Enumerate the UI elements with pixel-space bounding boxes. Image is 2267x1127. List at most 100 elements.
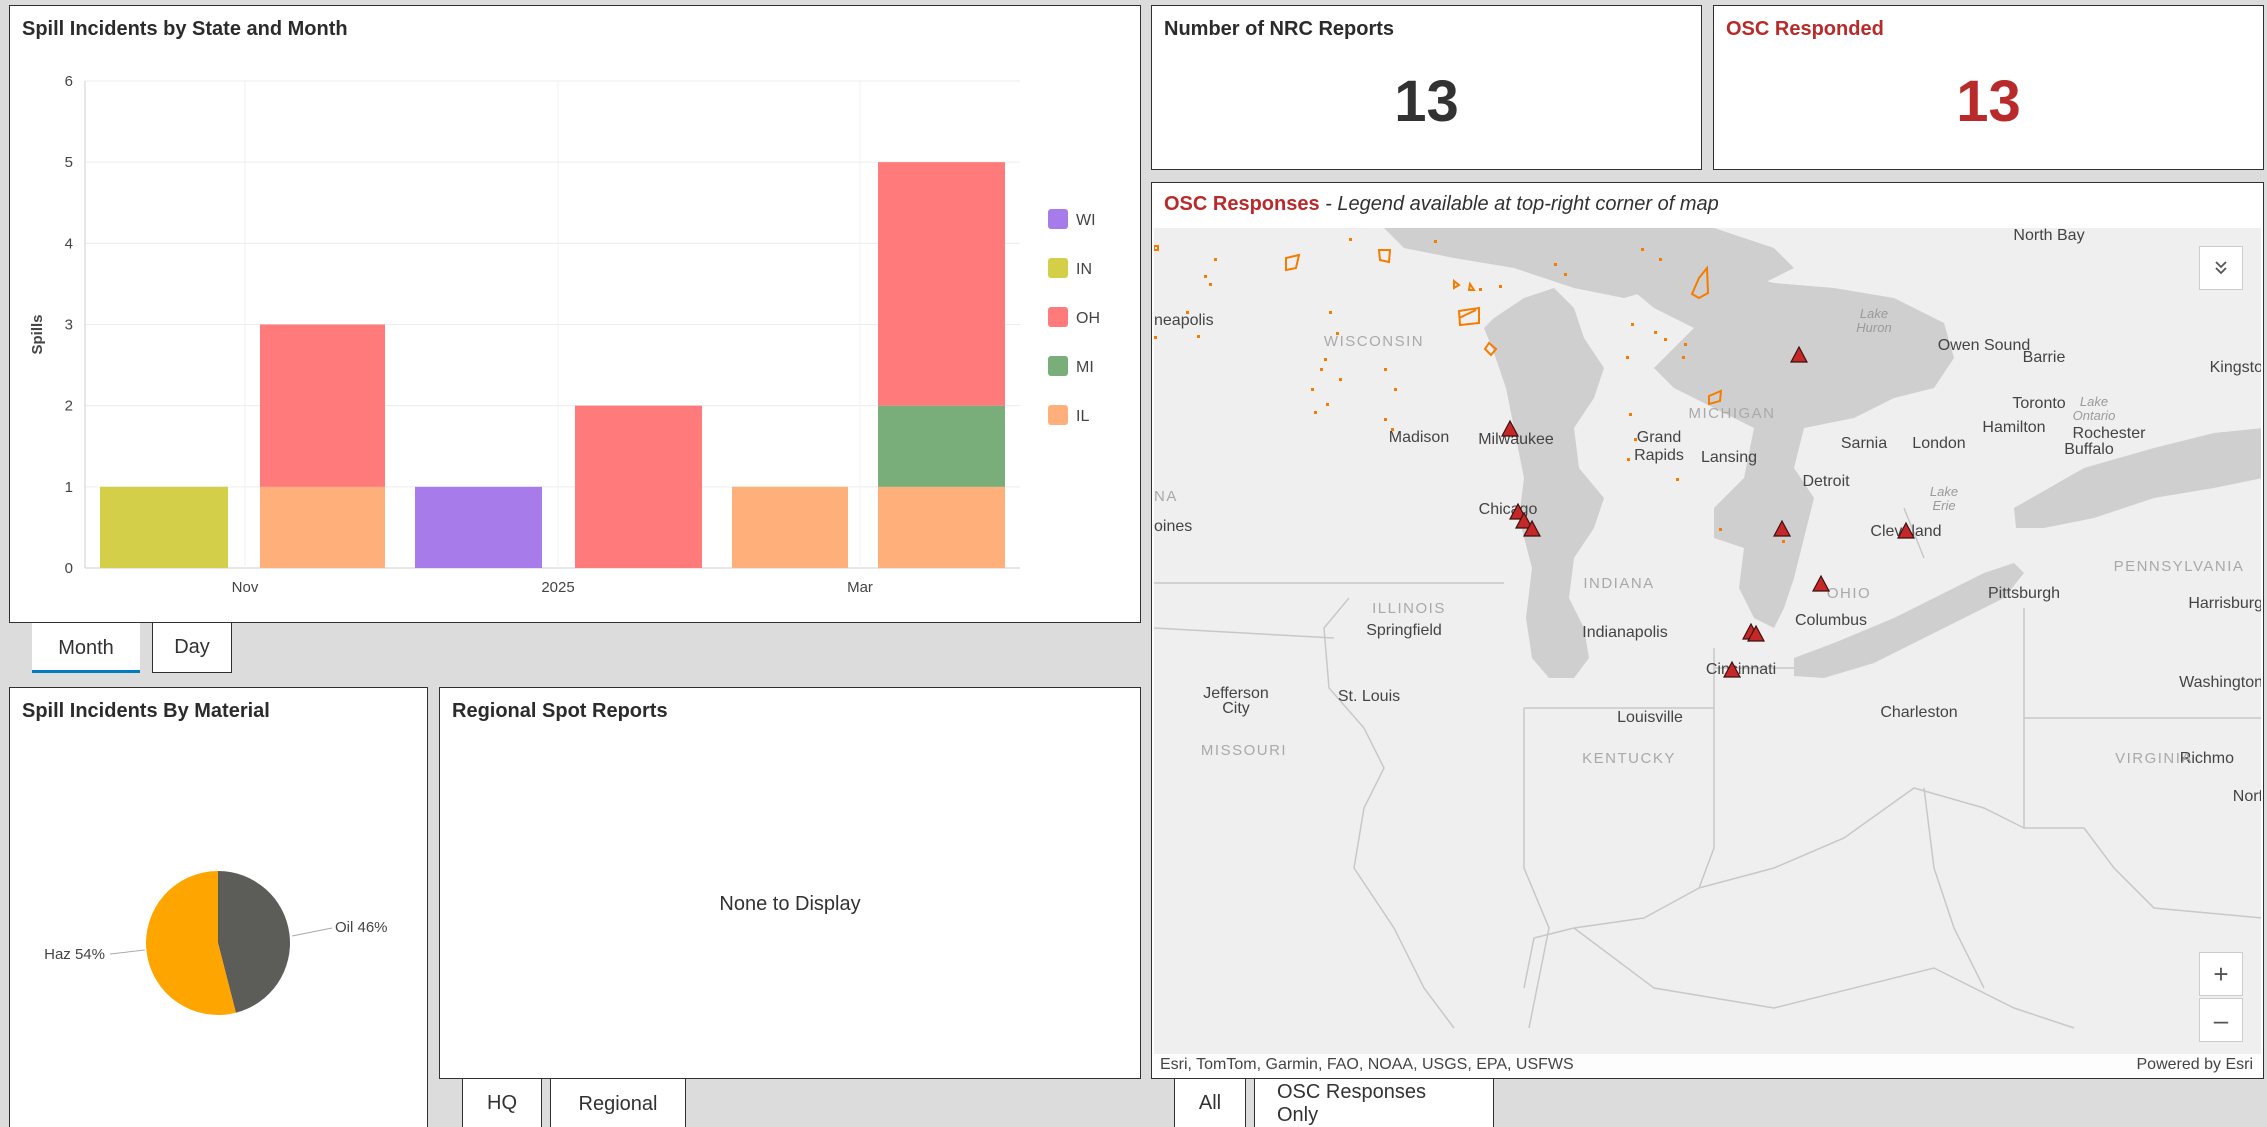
- kpi-title: OSC Responded: [1726, 18, 1884, 40]
- spill-point[interactable]: [1311, 388, 1314, 391]
- spill-point[interactable]: [1349, 238, 1352, 241]
- legend-label[interactable]: WI: [1076, 212, 1096, 229]
- city-label: Madison: [1389, 429, 1449, 446]
- spill-point[interactable]: [1641, 248, 1644, 251]
- spill-point[interactable]: [1320, 368, 1323, 371]
- tab-all[interactable]: All: [1174, 1079, 1246, 1127]
- legend-label[interactable]: MI: [1076, 359, 1094, 376]
- spot-reports-panel: Regional Spot Reports None to Display: [439, 687, 1141, 1079]
- legend-label[interactable]: IL: [1076, 408, 1089, 425]
- legend-swatch[interactable]: [1048, 307, 1068, 327]
- map-canvas[interactable]: North Bay neapolis Owen Sound Barrie Kingsto…: [1154, 228, 2261, 1076]
- powered-by-esri[interactable]: Powered by Esri: [2137, 1056, 2254, 1074]
- bar-segment-mi[interactable]: [878, 405, 1005, 487]
- spill-point[interactable]: [1197, 335, 1200, 338]
- spill-point[interactable]: [1326, 403, 1329, 406]
- city-label: North Bay: [2013, 228, 2084, 244]
- panel-title: Spill Incidents By Material: [22, 700, 270, 722]
- spill-point[interactable]: [1682, 356, 1685, 359]
- tab-month[interactable]: Month: [32, 623, 140, 673]
- pie-chart: Oil 46% Haz 54%: [44, 871, 388, 1015]
- spill-point[interactable]: [1664, 338, 1667, 341]
- spill-point[interactable]: [1314, 411, 1317, 414]
- kpi-value: 13: [1394, 69, 1459, 134]
- map-attribution: Esri, TomTom, Garmin, FAO, NOAA, USGS, E…: [1154, 1054, 2261, 1076]
- map-expand-button[interactable]: [2199, 246, 2243, 290]
- bar-segment-oh[interactable]: [260, 324, 385, 487]
- x-tick-label: Mar: [847, 579, 873, 596]
- spill-point[interactable]: [1554, 263, 1557, 266]
- water-label: Lake: [2080, 394, 2108, 409]
- spill-point[interactable]: [1659, 258, 1662, 261]
- map-title: OSC Responses - Legend available at top-…: [1164, 193, 1719, 216]
- spill-point[interactable]: [1434, 240, 1437, 243]
- lake-ontario: [2014, 428, 2261, 528]
- spill-point[interactable]: [1626, 356, 1629, 359]
- x-tick-label: 2025: [541, 579, 574, 596]
- spill-point[interactable]: [1324, 358, 1327, 361]
- spill-point[interactable]: [1684, 343, 1687, 346]
- spill-point[interactable]: [1564, 273, 1567, 276]
- bar-segment-oh[interactable]: [878, 162, 1005, 406]
- tab-regional[interactable]: Regional: [550, 1079, 686, 1127]
- empty-message: None to Display: [719, 893, 861, 915]
- spill-outline[interactable]: [1377, 249, 1392, 264]
- pie-leader-line: [109, 949, 146, 955]
- spill-outline[interactable]: [1154, 245, 1159, 251]
- chart-tabs: Month Day: [32, 623, 232, 673]
- spill-point[interactable]: [1719, 528, 1722, 531]
- spill-point[interactable]: [1384, 368, 1387, 371]
- spill-point[interactable]: [1209, 283, 1212, 286]
- bar-segment-in[interactable]: [100, 486, 228, 568]
- tab-day[interactable]: Day: [152, 623, 232, 673]
- spill-point[interactable]: [1154, 336, 1157, 339]
- spill-point[interactable]: [1479, 288, 1482, 291]
- stacked-bar-chart: 0 1 2 3 4 5 6 Nov 2025 Mar Spills WI IN OH MI IL: [29, 73, 1100, 596]
- spill-point[interactable]: [1499, 285, 1502, 288]
- basemap[interactable]: North Bay neapolis Owen SoundBarrie Kingsto…: [1154, 228, 2261, 1076]
- spill-point[interactable]: [1654, 331, 1657, 334]
- pie-leader-line: [291, 927, 333, 937]
- legend-swatch[interactable]: [1048, 405, 1068, 425]
- spill-point[interactable]: [1204, 275, 1207, 278]
- spill-point[interactable]: [1629, 413, 1632, 416]
- bar-segment-il[interactable]: [732, 486, 848, 568]
- spill-point[interactable]: [1329, 311, 1332, 314]
- city-label: Columbus: [1795, 612, 1867, 629]
- bar-segment-wi[interactable]: [415, 486, 542, 568]
- city-label: Kingsto: [2210, 359, 2261, 376]
- spill-point[interactable]: [1627, 458, 1630, 461]
- spill-point[interactable]: [1676, 478, 1679, 481]
- city-label: Charleston: [1880, 704, 1957, 721]
- bar-segment-il[interactable]: [260, 486, 385, 568]
- kpi-value: 13: [1956, 69, 2021, 134]
- legend-label[interactable]: OH: [1076, 310, 1100, 327]
- osc-response-marker[interactable]: [1812, 574, 1830, 592]
- zoom-out-button[interactable]: –: [2199, 998, 2243, 1042]
- legend-swatch[interactable]: [1048, 209, 1068, 229]
- tab-hq[interactable]: HQ: [462, 1079, 542, 1127]
- legend-swatch[interactable]: [1048, 258, 1068, 278]
- tab-osc-responses-only[interactable]: OSC Responses Only: [1254, 1079, 1494, 1127]
- y-tick-label: 5: [65, 154, 73, 171]
- bar-segment-oh[interactable]: [575, 405, 702, 568]
- city-label: Buffalo: [2064, 441, 2114, 458]
- city-label: Washington: [2179, 674, 2261, 691]
- spill-outline[interactable]: [1467, 281, 1476, 291]
- spill-point[interactable]: [1339, 378, 1342, 381]
- spill-outline[interactable]: [1285, 253, 1301, 272]
- legend-label[interactable]: IN: [1076, 261, 1092, 278]
- spill-point[interactable]: [1782, 540, 1785, 543]
- city-label: Pittsburgh: [1988, 585, 2060, 602]
- bar-segment-il[interactable]: [878, 486, 1005, 568]
- spill-point[interactable]: [1384, 418, 1387, 421]
- city-label: Owen Sound: [1938, 337, 2031, 354]
- spill-point[interactable]: [1214, 258, 1217, 261]
- map-tabs: All OSC Responses Only: [1174, 1079, 1494, 1127]
- spill-outline[interactable]: [1453, 278, 1461, 290]
- y-tick-label: 0: [65, 560, 73, 577]
- spill-point[interactable]: [1394, 388, 1397, 391]
- spill-point[interactable]: [1631, 323, 1634, 326]
- legend-swatch[interactable]: [1048, 356, 1068, 376]
- zoom-in-button[interactable]: +: [2199, 952, 2243, 996]
